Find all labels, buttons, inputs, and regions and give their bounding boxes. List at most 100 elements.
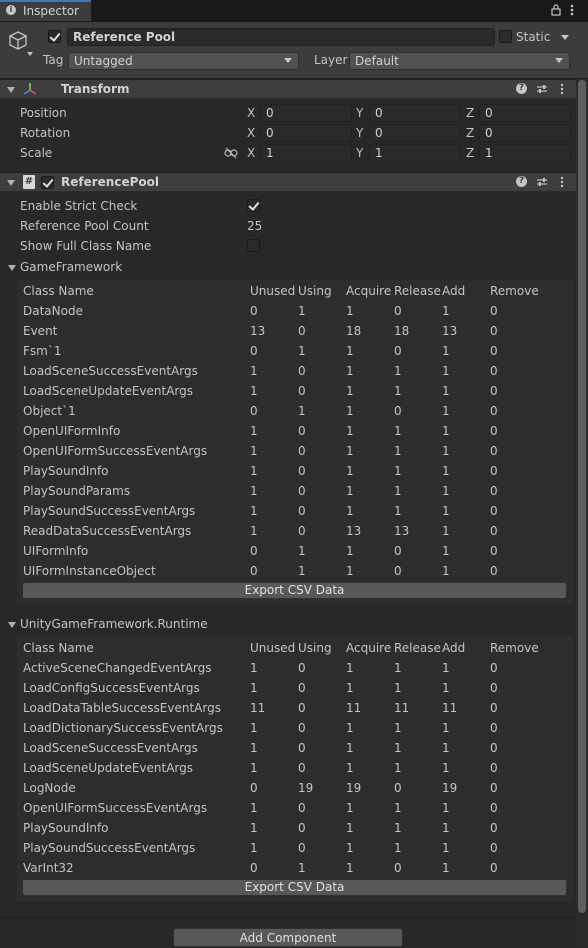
table-cell: 19: [442, 781, 458, 795]
enable-strict-check-label: Enable Strict Check: [20, 199, 138, 213]
axis-x-label: X: [247, 146, 256, 160]
table-cell: 1: [346, 741, 354, 755]
table-cell: 0: [490, 424, 498, 438]
foldout-arrow-icon[interactable]: [7, 180, 15, 186]
rotation-z-field[interactable]: 0: [479, 124, 571, 142]
lock-icon[interactable]: [551, 4, 561, 16]
enable-strict-check-checkbox[interactable]: [247, 199, 260, 212]
table-cell: 13: [394, 524, 410, 538]
more-options-icon[interactable]: [560, 176, 564, 188]
column-header: Unused: [250, 284, 296, 298]
table-row: PlaySoundSuccessEventArgs 1 0 1 1 1 0: [17, 499, 573, 519]
table-cell: 18: [394, 324, 410, 338]
rotation-y-field[interactable]: 0: [369, 124, 461, 142]
class-name-cell: LoadConfigSuccessEventArgs: [23, 681, 200, 695]
scrollbar-thumb[interactable]: [578, 80, 586, 913]
active-checkbox[interactable]: [48, 30, 61, 43]
layer-label: Layer: [314, 53, 348, 67]
table-cell: 1: [442, 464, 450, 478]
scale-y-field[interactable]: 1: [369, 144, 461, 162]
class-name-cell: UIFormInfo: [23, 544, 89, 558]
component-enabled-checkbox[interactable]: [41, 176, 54, 189]
rotation-x-field[interactable]: 0: [260, 124, 352, 142]
table-cell: 0: [490, 661, 498, 675]
table-cell: 0: [490, 504, 498, 518]
scale-x-field[interactable]: 1: [260, 144, 352, 162]
constrain-proportions-icon[interactable]: [224, 147, 238, 159]
position-x-field[interactable]: 0: [260, 104, 352, 122]
gameobject-icon[interactable]: [6, 28, 34, 56]
table-cell: 1: [346, 424, 354, 438]
add-component-button[interactable]: Add Component: [173, 928, 403, 947]
table-cell: 1: [394, 741, 402, 755]
table-cell: 1: [250, 524, 258, 538]
reference-pool-count-value: 25: [247, 219, 263, 233]
tab-bar: i Inspector: [0, 0, 588, 22]
table-cell: 0: [298, 524, 306, 538]
object-name-input[interactable]: Reference Pool: [67, 28, 495, 46]
table-cell: 11: [442, 701, 458, 715]
class-name-cell: LoadSceneUpdateEventArgs: [23, 761, 194, 775]
position-z-field[interactable]: 0: [479, 104, 571, 122]
group-foldout-arrow-icon[interactable]: [8, 265, 16, 271]
table-cell: 0: [298, 661, 306, 675]
table-row: PlaySoundSuccessEventArgs 1 0 1 1 1 0: [17, 836, 573, 856]
table-cell: 0: [298, 821, 306, 835]
table-cell: 0: [490, 464, 498, 478]
group-name[interactable]: GameFramework: [20, 260, 122, 274]
table-cell: 0: [250, 544, 258, 558]
foldout-arrow-icon[interactable]: [7, 87, 15, 93]
table-cell: 0: [250, 861, 258, 875]
group-foldout-arrow-icon[interactable]: [8, 622, 16, 628]
transform-header[interactable]: Transform ?: [0, 79, 588, 99]
table-cell: 1: [298, 344, 306, 358]
tag-dropdown[interactable]: Untagged: [68, 52, 299, 70]
export-csv-button[interactable]: Export CSV Data: [22, 879, 567, 896]
class-name-cell: PlaySoundParams: [23, 484, 131, 498]
table-cell: 1: [394, 681, 402, 695]
position-y-field[interactable]: 0: [369, 104, 461, 122]
table-cell: 0: [250, 304, 258, 318]
tab-inspector[interactable]: i Inspector: [0, 0, 91, 21]
table-cell: 1: [250, 661, 258, 675]
table-cell: 0: [298, 681, 306, 695]
table-cell: 1: [394, 464, 402, 478]
table-cell: 13: [346, 524, 362, 538]
table-cell: 1: [442, 681, 450, 695]
table-cell: 0: [490, 564, 498, 578]
table-cell: 1: [346, 861, 354, 875]
help-icon[interactable]: ?: [516, 83, 527, 94]
table-cell: 0: [490, 841, 498, 855]
axis-z-label: Z: [466, 146, 475, 160]
static-dropdown-icon[interactable]: [561, 35, 569, 40]
table-cell: 1: [250, 741, 258, 755]
group-name[interactable]: UnityGameFramework.Runtime: [20, 617, 208, 631]
reference-pool-header[interactable]: # ReferencePool ?: [0, 172, 588, 192]
more-options-icon[interactable]: [560, 83, 564, 95]
more-options-icon[interactable]: [570, 3, 574, 17]
table-cell: 1: [250, 681, 258, 695]
table-cell: 1: [346, 464, 354, 478]
table-cell: 1: [346, 384, 354, 398]
class-name-cell: ReadDataSuccessEventArgs: [23, 524, 192, 538]
export-csv-button[interactable]: Export CSV Data: [22, 582, 567, 599]
table-cell: 0: [490, 821, 498, 835]
table-row: Object`1 0 1 1 0 1 0: [17, 399, 573, 419]
class-name-cell: LoadSceneSuccessEventArgs: [23, 364, 198, 378]
table-cell: 11: [250, 701, 266, 715]
table-cell: 0: [394, 404, 402, 418]
table-cell: 0: [298, 424, 306, 438]
static-checkbox[interactable]: [499, 30, 512, 43]
help-icon[interactable]: ?: [516, 176, 527, 187]
layer-dropdown[interactable]: Default: [349, 52, 570, 70]
class-name-cell: LoadDataTableSuccessEventArgs: [23, 701, 221, 715]
table-cell: 0: [490, 384, 498, 398]
axis-y-label: Y: [356, 106, 364, 120]
show-full-class-name-checkbox[interactable]: [247, 239, 260, 252]
class-name-cell: Fsm`1: [23, 344, 62, 358]
class-name-cell: Object`1: [23, 404, 76, 418]
presets-icon[interactable]: [536, 176, 548, 188]
presets-icon[interactable]: [536, 83, 548, 95]
table-cell: 11: [346, 701, 362, 715]
scale-z-field[interactable]: 1: [479, 144, 571, 162]
